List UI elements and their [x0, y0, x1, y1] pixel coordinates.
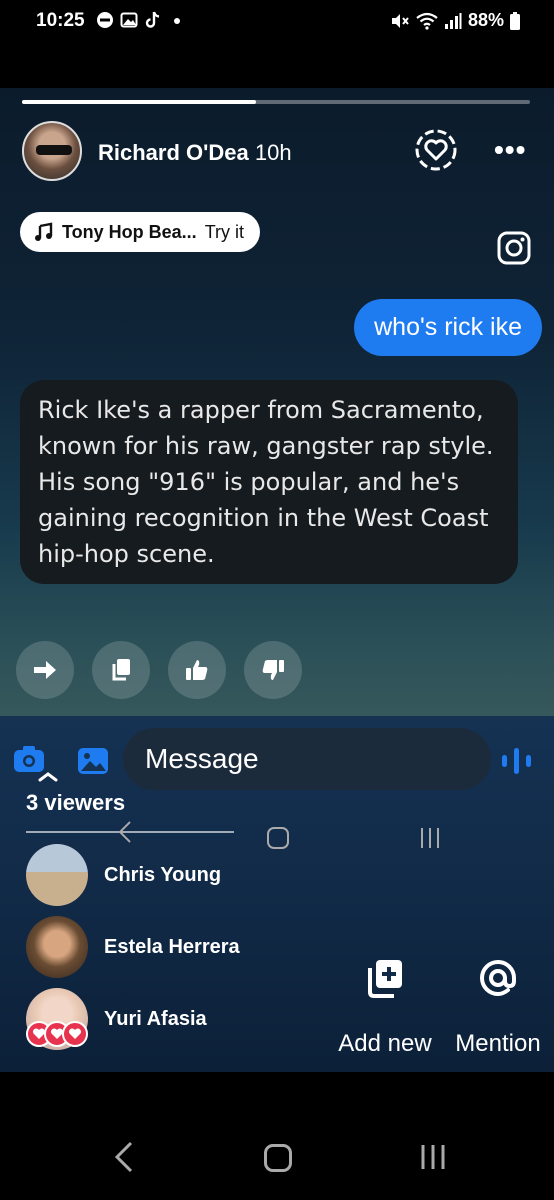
dnd-icon [97, 12, 113, 28]
viewer-reactions [26, 1021, 88, 1047]
viewer-row[interactable]: Estela Herrera [26, 916, 240, 978]
viewer-name[interactable]: Yuri Afasia [104, 1008, 207, 1031]
heart-react-icon[interactable] [414, 128, 458, 172]
author-name[interactable]: Richard O'Dea [98, 140, 249, 165]
instagram-icon[interactable] [496, 230, 532, 266]
music-song-title: Tony Hop Bea... [62, 221, 197, 242]
status-left-icons [96, 11, 186, 29]
at-sign-icon [480, 960, 516, 997]
viewers-count: 3 viewers [26, 790, 126, 815]
status-right: 88% [390, 10, 520, 31]
story-header[interactable]: Richard O'Dea 10h [98, 140, 292, 166]
viewers-panel: 3 viewers Chris Young Estela Herrera Yur… [0, 716, 554, 1072]
system-nav-bar [0, 1072, 554, 1200]
status-time: 10:25 [36, 10, 85, 31]
mention-label: Mention [455, 1030, 541, 1057]
add-new-label: Add new [338, 1030, 432, 1057]
add-story-icon [368, 960, 402, 998]
dot-icon [174, 18, 180, 24]
thumbs-up-icon [186, 660, 208, 680]
home-icon[interactable] [264, 1144, 292, 1172]
gallery-picker-icon[interactable] [76, 744, 110, 778]
add-new-button[interactable]: Add new [332, 954, 438, 1058]
copy-button[interactable] [92, 641, 150, 699]
back-icon[interactable] [112, 1140, 136, 1174]
story-progress-bar [22, 100, 530, 104]
viewer-avatar[interactable] [26, 844, 88, 906]
love-reaction-icon [62, 1021, 88, 1047]
story-view[interactable]: Richard O'Dea 10h ••• Tony Hop Bea... Tr… [0, 88, 554, 716]
thumbs-up-button[interactable] [168, 641, 226, 699]
author-avatar[interactable] [22, 121, 82, 181]
message-input[interactable] [123, 728, 491, 790]
more-options-icon[interactable]: ••• [494, 134, 526, 166]
viewer-avatar[interactable] [26, 916, 88, 978]
share-button[interactable] [16, 641, 74, 699]
battery-icon [510, 11, 520, 30]
mention-button[interactable]: Mention [448, 954, 548, 1058]
music-note-icon [35, 222, 53, 241]
battery-percent: 88% [467, 10, 504, 30]
copy-icon [112, 659, 130, 681]
ai-reply-bubble: Rick Ike's a rapper from Sacramento, kno… [20, 380, 518, 584]
gallery-icon [120, 12, 138, 28]
viewer-name[interactable]: Chris Young [104, 864, 221, 887]
story-time: 10h [254, 140, 292, 165]
tiktok-icon [145, 11, 160, 28]
signal-icon [444, 12, 462, 29]
wifi-icon [416, 12, 438, 30]
status-bar: 10:25 88% [0, 0, 554, 44]
viewer-name[interactable]: Estela Herrera [104, 936, 240, 959]
mute-icon [391, 13, 409, 28]
story-progress-fill [22, 100, 256, 104]
thumbs-down-icon [262, 660, 284, 680]
music-try-it[interactable]: Try it [205, 222, 244, 243]
reply-actions [16, 641, 302, 699]
music-sticker[interactable]: Tony Hop Bea... Try it [20, 212, 261, 252]
share-icon [34, 661, 56, 679]
voice-wave-icon[interactable] [498, 746, 542, 776]
user-message-bubble: who's rick ike [354, 299, 542, 356]
thumbs-down-button[interactable] [244, 641, 302, 699]
camera-icon[interactable] [12, 744, 60, 784]
recent-apps-icon[interactable] [418, 1142, 448, 1172]
viewer-row[interactable]: Chris Young [26, 844, 221, 906]
